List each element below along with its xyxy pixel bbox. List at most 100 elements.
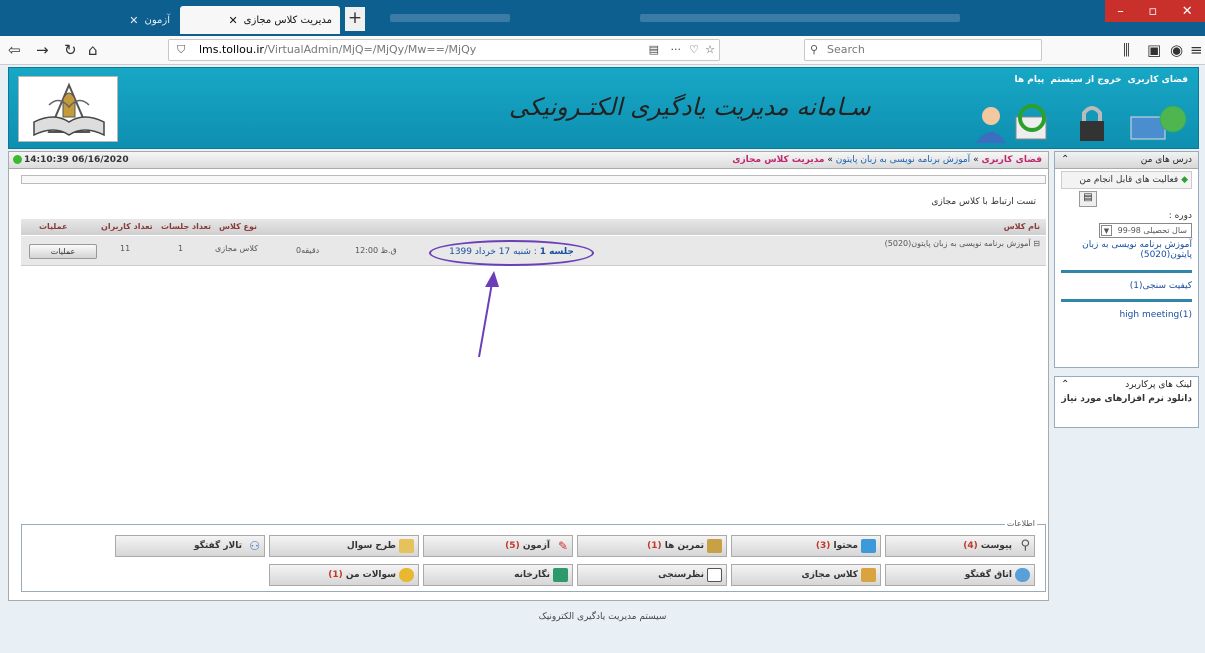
minimize-icon[interactable]: –	[1117, 4, 1124, 19]
session-time: 12:00 ق.ظ	[355, 246, 397, 255]
year-select-value: سال تحصیلی 98-99	[1117, 226, 1187, 235]
question-doc-icon	[399, 539, 414, 553]
breadcrumb: فضای کاربری » آموزش برنامه نویسی به زبان…	[8, 151, 1049, 169]
exercises-button[interactable]: تمرین ها (1)	[577, 535, 727, 557]
button-label: اتاق گفتگو	[964, 570, 1012, 580]
info-fieldset: اطلاعات ⚲ پیوست (4) محتوا (3) تمرین ها (…	[21, 519, 1046, 592]
dropdown-arrow-icon[interactable]: ▼	[1101, 225, 1112, 236]
discussion-forum-button[interactable]: ⚇ تالار گفتگو	[115, 535, 265, 557]
menu-user-space[interactable]: فضای کاربری	[1127, 75, 1188, 85]
tab-virtual-class[interactable]: ✕ مدیریت کلاس مجازی	[180, 6, 340, 34]
menu-messages[interactable]: پیام ها	[1015, 75, 1045, 85]
menu-icon[interactable]: ≡	[1190, 41, 1203, 59]
shield-icon[interactable]: ⛉	[177, 40, 185, 60]
close-window-icon[interactable]: ✕	[1182, 4, 1193, 19]
extension-icon[interactable]: ◉	[1170, 41, 1183, 59]
button-label: سوالات من	[345, 570, 396, 580]
gallery-button[interactable]: نگارخانه	[423, 564, 573, 586]
collapse-icon[interactable]: ⌃	[1061, 152, 1069, 168]
design-question-button[interactable]: طرح سوال	[269, 535, 419, 557]
info-legend: اطلاعات	[1004, 519, 1037, 528]
forward-icon[interactable]: →	[36, 41, 49, 59]
collapse-icon[interactable]: ⌃	[1061, 377, 1069, 393]
download-link[interactable]: دانلود نرم افزارهای مورد نیاز	[1055, 394, 1198, 408]
button-count: (1)	[647, 541, 662, 551]
session-info[interactable]: جلسه 1 : شنبه 17 خرداد 1399	[429, 240, 594, 266]
class-type-cell: کلاس مجازی	[215, 244, 258, 253]
tab-title: مدیریت کلاس مجازی	[243, 14, 332, 26]
library-icon[interactable]: ⫼	[1123, 41, 1130, 59]
class-name: آموزش برنامه نویسی به زبان پایتون(5020)	[884, 239, 1031, 248]
course-link[interactable]: آموزش برنامه نویسی به زبان پایتون(5020)	[1055, 238, 1198, 264]
quality-link[interactable]: کیفیت سنجی(1)	[1055, 273, 1198, 299]
close-tab-icon[interactable]: ✕	[129, 14, 138, 27]
session-count-cell: 1	[178, 244, 184, 253]
user-count-cell: 11	[120, 244, 131, 253]
url-path: /VirtualAdmin/MjQ=/MjQy/Mw==/MjQy	[263, 43, 477, 56]
session-date: : شنبه 17 خرداد 1399	[449, 247, 537, 257]
button-label: کلاس مجازی	[801, 570, 859, 580]
exam-button[interactable]: ✎ آزمون (5)	[423, 535, 573, 557]
header-session-count: تعداد جلسات	[161, 222, 211, 231]
header-class-name: نام کلاس	[1003, 222, 1040, 231]
test-connection-link[interactable]: تست ارتباط با کلاس مجازی	[931, 197, 1036, 207]
pen-icon: ✎	[557, 539, 568, 553]
site-title: سـامانه مدیریت یادگیری الکتـرونیکی	[509, 93, 871, 121]
content-button[interactable]: محتوا (3)	[731, 535, 881, 557]
datetime-text: 14:10:39 06/16/2020	[24, 155, 129, 165]
page-actions-icon[interactable]: ···	[671, 40, 682, 60]
back-icon[interactable]: ⇦	[8, 41, 21, 59]
browser-nav-bar: ⇦ → ↻ ⌂ ⛉ lms.tollou.ir/VirtualAdmin/MjQ…	[0, 36, 1205, 65]
activities-link[interactable]: ◆ فعالیت های قابل انجام من	[1061, 171, 1192, 189]
url-host: lms.tollou.ir	[199, 43, 264, 56]
breadcrumb-course[interactable]: آموزش برنامه نویسی به زبان پایتون	[836, 155, 970, 165]
year-select[interactable]: سال تحصیلی 98-99 ▼	[1099, 223, 1192, 238]
reader-view-icon[interactable]: ▤	[649, 40, 659, 60]
site-header: سـامانه مدیریت یادگیری الکتـرونیکی فضای …	[8, 67, 1199, 149]
reload-icon[interactable]: ↻	[64, 41, 77, 59]
new-tab-button[interactable]: +	[345, 7, 365, 31]
button-count: (4)	[963, 541, 978, 551]
button-label: نگارخانه	[514, 570, 550, 580]
my-courses-header[interactable]: درس های من ⌃	[1055, 152, 1198, 169]
home-icon[interactable]: ⌂	[88, 41, 98, 59]
browser-tab-bar: ✕ آزمون ✕ مدیریت کلاس مجازی + – ▫ ✕	[0, 0, 1205, 36]
header-class-type: نوع کلاس	[219, 222, 258, 231]
bookmark-star-icon[interactable]: ☆	[705, 40, 715, 60]
page-footer: سیستم مدیریت یادگیری الکترونیک	[538, 612, 667, 622]
class-name-cell[interactable]: ⊟ آموزش برنامه نویسی به زبان پایتون(5020…	[885, 236, 1040, 252]
calendar-icon[interactable]: ▤	[1079, 191, 1097, 207]
breadcrumb-user-space[interactable]: فضای کاربری	[981, 155, 1042, 165]
header-user-count: تعداد کاربران	[101, 222, 153, 231]
datetime: 14:10:39 06/16/2020	[13, 152, 129, 168]
virtual-class-button[interactable]: کلاس مجازی	[731, 564, 881, 586]
monitor-icon	[861, 568, 876, 582]
my-questions-button[interactable]: سوالات من (1)	[269, 564, 419, 586]
folder-icon	[861, 539, 876, 553]
operations-button[interactable]: عملیات	[29, 244, 97, 259]
useful-links-title: لینک های پرکاربرد	[1125, 380, 1192, 390]
blurred-window-text	[640, 14, 960, 22]
meeting-link[interactable]: high meeting(1)	[1055, 302, 1198, 328]
survey-button[interactable]: نظرسنجی	[577, 564, 727, 586]
button-label: نظرسنجی	[658, 570, 704, 580]
tab-title: آزمون	[144, 14, 170, 26]
chat-room-button[interactable]: اتاق گفتگو	[885, 564, 1035, 586]
pocket-icon[interactable]: ♡	[689, 40, 699, 60]
main-panel: تست ارتباط با کلاس مجازی نام کلاس نوع کل…	[8, 169, 1049, 601]
site-logo	[18, 76, 118, 142]
maximize-icon[interactable]: ▫	[1148, 4, 1157, 19]
useful-links-header[interactable]: لینک های پرکاربرد ⌃	[1055, 377, 1198, 394]
attachments-button[interactable]: ⚲ پیوست (4)	[885, 535, 1035, 557]
url-bar[interactable]: ⛉ lms.tollou.ir/VirtualAdmin/MjQ=/MjQy/M…	[168, 39, 720, 61]
close-tab-icon[interactable]: ✕	[228, 14, 237, 27]
checklist-icon	[707, 568, 722, 582]
search-input[interactable]: ⚲ Search	[804, 39, 1042, 61]
window-controls: – ▫ ✕	[1105, 0, 1205, 22]
sidebar-icon[interactable]: ▣	[1147, 41, 1161, 59]
email-icon	[1014, 103, 1050, 143]
tab-exam[interactable]: ✕ آزمون	[0, 6, 178, 34]
header-operations: عملیات	[39, 222, 68, 231]
button-label: تمرین ها	[664, 541, 704, 551]
menu-logout[interactable]: خروج از سیستم	[1050, 75, 1121, 85]
